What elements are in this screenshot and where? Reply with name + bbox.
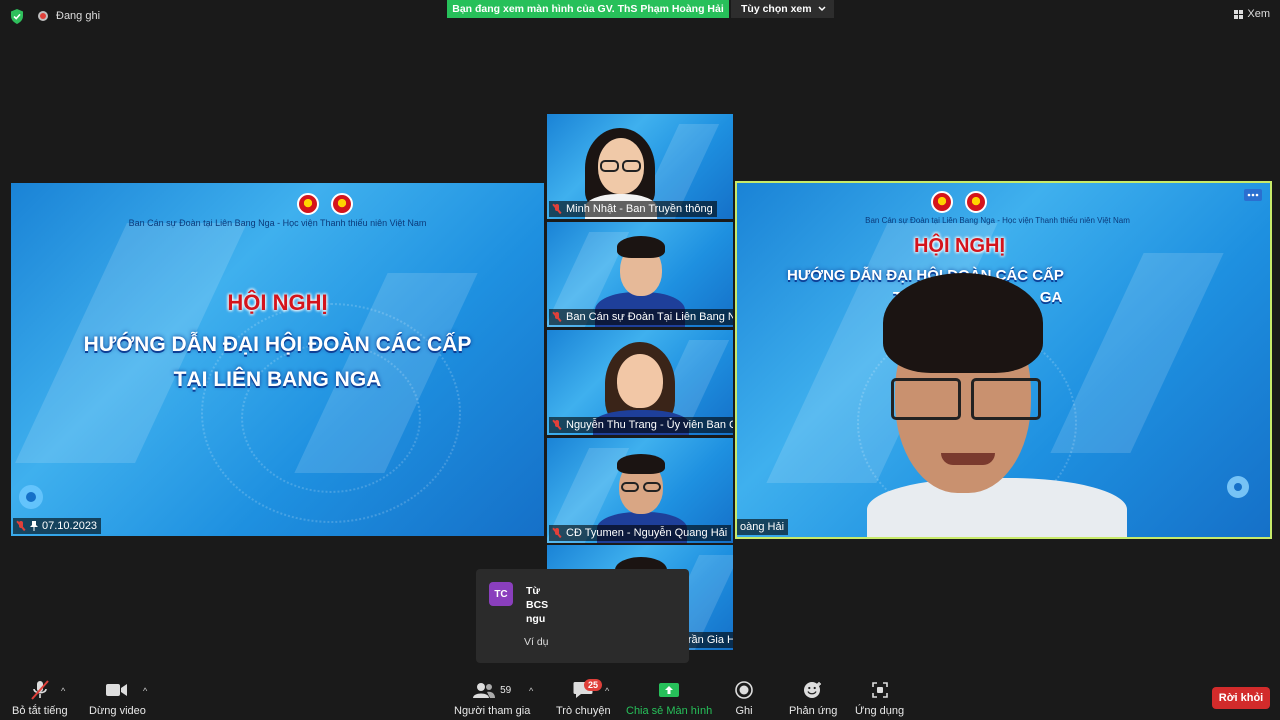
slide-decor-icon <box>19 485 43 509</box>
mic-muted-icon <box>552 204 562 214</box>
participant-name: Minh Nhật - Ban Truyền thông <box>566 203 713 215</box>
slide-title: HỘI NGHỊ <box>227 290 328 315</box>
shared-screen[interactable]: Ban Cán sự Đoàn tại Liên Bang Nga - Học … <box>11 183 544 536</box>
participant-name: Ban Cán sự Đoàn Tại Liên Bang Nga <box>566 311 733 323</box>
speaker-slide-title: HỘI NGHỊ <box>913 235 1006 257</box>
participants-count: 59 <box>500 684 512 696</box>
view-options-dropdown[interactable]: Tùy chọn xem <box>731 0 834 18</box>
mic-muted-icon <box>16 521 26 531</box>
participant-name: CĐ Tyumen - Nguyễn Quang Hải <box>566 527 728 539</box>
youth-union-logo <box>297 193 319 215</box>
shared-screen-label: 07.10.2023 <box>13 518 102 534</box>
apps-icon <box>871 680 889 700</box>
share-screen-label: Chia sẻ Màn hình <box>626 705 713 717</box>
reactions-button[interactable]: Phản ứng <box>789 680 837 717</box>
mute-label: Bỏ tắt tiếng <box>12 705 68 717</box>
chevron-down-icon <box>818 6 826 12</box>
screen-share-banner: Bạn đang xem màn hình của GV. ThS Phạm H… <box>447 0 729 18</box>
participant-tile[interactable]: CĐ Tyumen - Nguyễn Quang Hải <box>547 438 733 543</box>
chat-unread-badge: 25 <box>584 679 602 691</box>
participant-name-label: Nguyễn Thu Trang - Ủy viên Ban C... <box>549 417 733 433</box>
view-label: Xem <box>1247 8 1270 20</box>
youth-academy-logo <box>965 191 987 213</box>
slide-org-line: Ban Cán sự Đoàn tại Liên Bang Nga - Học … <box>128 218 427 228</box>
leave-button[interactable]: Rời khỏi <box>1212 687 1270 709</box>
more-options-icon[interactable] <box>1244 189 1262 201</box>
apps-label: Ứng dụng <box>855 705 905 717</box>
participants-label: Người tham gia <box>454 705 531 717</box>
speaker-name-label: oàng Hải <box>737 519 789 535</box>
security-shield-icon[interactable] <box>10 9 24 24</box>
mute-button[interactable]: Bỏ tắt tiếng <box>12 680 68 717</box>
participants-icon <box>473 683 496 698</box>
pin-icon <box>30 521 38 531</box>
speaker-org-line: Ban Cán sự Đoàn tại Liên Bang Nga - Học … <box>865 216 1130 225</box>
active-speaker-video[interactable]: Ban Cán sự Đoàn tại Liên Bang Nga - Học … <box>735 181 1272 539</box>
mic-muted-icon <box>552 312 562 322</box>
speaker-name: oàng Hải <box>740 521 785 533</box>
chat-options-caret[interactable]: ^ <box>605 686 609 696</box>
slide-subtitle-1: HƯỚNG DẪN ĐẠI HỘI ĐOÀN CÁC CẤP <box>83 333 472 356</box>
chat-line-1: Từ <box>526 585 541 597</box>
recording-indicator[interactable]: Đang ghi <box>38 10 100 22</box>
view-options-label: Tùy chọn xem <box>741 3 812 15</box>
record-button[interactable]: Ghi <box>735 680 753 717</box>
record-icon <box>38 11 48 21</box>
chat-label: Trò chuyện <box>556 705 611 717</box>
stop-video-label: Dừng video <box>89 705 146 717</box>
audio-options-caret[interactable]: ^ <box>61 686 65 696</box>
chat-preview: Ví dụ <box>524 636 549 648</box>
chat-line-3: ngu <box>526 613 546 625</box>
reactions-label: Phản ứng <box>789 705 838 717</box>
apps-button[interactable]: Ứng dụng <box>855 680 904 717</box>
slide-decor-icon <box>1227 476 1249 498</box>
youth-union-logo <box>931 191 953 213</box>
participant-tile[interactable]: Nguyễn Thu Trang - Ủy viên Ban C... <box>547 330 733 435</box>
participant-tile[interactable]: Ban Cán sự Đoàn Tại Liên Bang Nga <box>547 222 733 327</box>
chat-notification-text: Từ BCS ngu <box>526 584 548 626</box>
participants-options-caret[interactable]: ^ <box>529 686 533 696</box>
stop-video-button[interactable]: Dừng video <box>89 680 146 717</box>
smiley-icon <box>803 680 823 700</box>
mic-muted-icon <box>552 420 562 430</box>
participant-name: Nguyễn Thu Trang - Ủy viên Ban C... <box>566 419 733 431</box>
participant-name-label: Ban Cán sự Đoàn Tại Liên Bang Nga <box>549 309 733 325</box>
speaker-person <box>867 273 1127 537</box>
view-button[interactable]: Xem <box>1234 8 1270 20</box>
participants-button[interactable]: 59 Người tham gia <box>454 680 530 717</box>
share-screen-icon <box>658 680 680 700</box>
video-camera-icon <box>106 680 128 700</box>
participants-icon-group: 59 <box>473 680 511 700</box>
mic-muted-icon <box>552 528 562 538</box>
video-options-caret[interactable]: ^ <box>143 686 147 696</box>
record-icon <box>735 680 753 700</box>
chat-line-2: BCS <box>526 599 549 611</box>
grid-view-icon <box>1234 9 1244 19</box>
share-screen-button[interactable]: Chia sẻ Màn hình <box>626 680 712 717</box>
participant-name-label: CĐ Tyumen - Nguyễn Quang Hải <box>549 525 732 541</box>
avatar: TC <box>489 582 513 606</box>
slide-subtitle-2: TẠI LIÊN BANG NGA <box>173 368 382 391</box>
participant-name-label: Minh Nhật - Ban Truyền thông <box>549 201 717 217</box>
youth-academy-logo <box>331 193 353 215</box>
mic-muted-icon <box>29 680 51 700</box>
date-label: 07.10.2023 <box>42 520 98 532</box>
record-label: Ghi <box>735 705 753 717</box>
recording-label: Đang ghi <box>56 10 101 22</box>
participant-tile[interactable]: Minh Nhật - Ban Truyền thông <box>547 114 733 219</box>
